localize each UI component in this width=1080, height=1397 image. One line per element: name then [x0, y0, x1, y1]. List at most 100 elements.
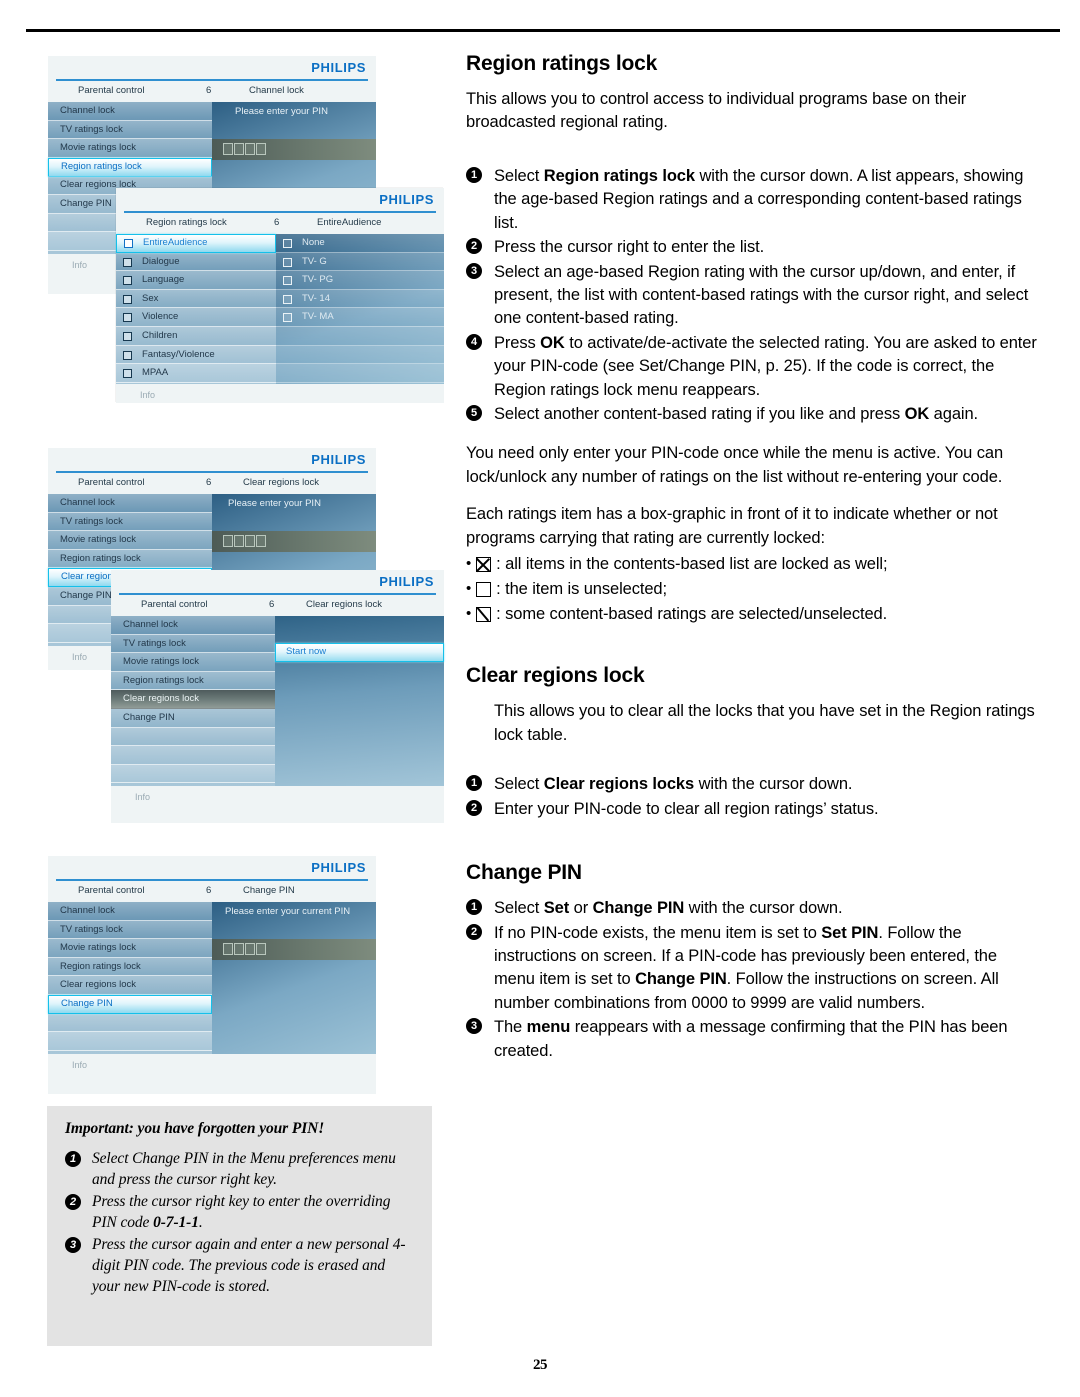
section3-steps: 1 Select Set or Change PIN with the curs… — [466, 897, 1042, 1063]
breadcrumb: Region ratings lock 6 EntireAudience — [116, 213, 444, 232]
content-rating-item[interactable]: Children — [116, 327, 276, 346]
section1-bullets: • : all items in the contents-based list… — [466, 552, 1042, 626]
content-rating-label: Language — [142, 274, 185, 286]
content-rating-label: Fantasy/Violence — [142, 348, 215, 360]
menu-item[interactable]: Channel lock — [111, 616, 275, 635]
menu-item[interactable]: Region ratings lock — [111, 671, 275, 691]
breadcrumb: Parental control 6 Clear regions lock — [48, 473, 376, 492]
menu-item[interactable]: Channel lock — [48, 902, 212, 921]
menu-item-selected[interactable]: Clear regions lock — [111, 690, 275, 709]
menu-item[interactable]: Movie ratings lock — [48, 531, 212, 550]
breadcrumb-left: Region ratings lock — [146, 217, 227, 228]
checkbox-icon[interactable] — [123, 276, 132, 286]
detail-column: Start now — [275, 616, 444, 786]
step-number-4: 4 — [466, 333, 482, 350]
step-text: The menu reappears with a message confir… — [494, 1018, 1008, 1060]
step-item: 1 Select Clear regions locks with the cu… — [466, 773, 1042, 796]
breadcrumb-right: EntireAudience — [317, 217, 382, 228]
checkbox-icon[interactable] — [283, 276, 292, 286]
checkbox-icon[interactable] — [123, 257, 132, 267]
menu-item-selected[interactable]: Region ratings lock — [48, 157, 212, 177]
content-rating-item[interactable]: Fantasy/Violence — [116, 345, 276, 365]
step-item: 2 Press the cursor right to enter the li… — [466, 236, 1042, 259]
checkbox-icon[interactable] — [123, 369, 132, 379]
philips-logo: PHILIPS — [311, 452, 366, 467]
menu-item[interactable]: Channel lock — [48, 102, 212, 121]
important-step: 3 Press the cursor again and enter a new… — [65, 1234, 414, 1297]
menu-item[interactable]: Clear regions lock — [48, 976, 212, 995]
bullet-text: : all items in the contents-based list a… — [496, 555, 888, 574]
age-rating-item[interactable]: TV- 14 — [276, 289, 444, 309]
age-rating-item[interactable]: TV- MA — [276, 308, 444, 327]
checkbox-icon[interactable] — [123, 350, 132, 360]
pin-input[interactable] — [212, 531, 376, 552]
menu-item[interactable]: TV ratings lock — [48, 920, 212, 940]
checkbox-partial-icon — [476, 606, 492, 622]
menu-item-selected[interactable]: Change PIN — [48, 995, 212, 1014]
content-rating-item[interactable]: Violence — [116, 308, 276, 327]
important-heading: Important: you have forgotten your PIN! — [65, 1120, 325, 1137]
section1-note-1: You need only enter your PIN-code once w… — [466, 444, 1004, 486]
osd-screen-region-ratings-list: PHILIPS Region ratings lock 6 EntireAudi… — [116, 188, 444, 403]
info-label: Info — [72, 652, 88, 662]
section1-steps: 1 Select Region ratings lock with the cu… — [466, 165, 1042, 427]
checkbox-icon[interactable] — [123, 332, 132, 341]
breadcrumb: Parental control 6 Change PIN — [48, 881, 376, 900]
bullet-item: • : some content-based ratings are selec… — [466, 602, 1042, 627]
pin-digit-boxes — [223, 143, 266, 155]
menu-item[interactable]: Channel lock — [48, 494, 212, 513]
breadcrumb-mid: 6 — [206, 477, 212, 488]
age-rating-item[interactable]: TV- G — [276, 252, 444, 272]
step-text: Select Clear regions locks with the curs… — [494, 775, 853, 794]
menu-item-empty — [111, 764, 275, 784]
pin-input[interactable] — [212, 139, 376, 160]
osd-screen-clear-regions-startnow: PHILIPS Parental control 6 Clear regions… — [111, 570, 444, 823]
menu-item[interactable]: Movie ratings lock — [48, 939, 212, 958]
age-rating-label: TV- PG — [302, 274, 334, 286]
step-item: 3 Select an age-based Region rating with… — [466, 261, 1042, 331]
menu-item-empty — [48, 1013, 212, 1033]
age-rating-item[interactable]: TV- PG — [276, 271, 444, 290]
step-text: Press the cursor again and enter a new p… — [92, 1236, 406, 1296]
content-rating-item-selected[interactable]: EntireAudience — [116, 234, 276, 253]
checkbox-icon[interactable] — [283, 239, 292, 248]
breadcrumb-right: Change PIN — [243, 885, 295, 896]
content-rating-label: Dialogue — [142, 255, 180, 267]
menu-item[interactable]: TV ratings lock — [48, 120, 212, 140]
menu-item-empty — [111, 727, 275, 747]
breadcrumb-right: Channel lock — [249, 85, 304, 96]
bullet-dot: • — [466, 555, 472, 573]
content-rating-item[interactable]: Sex — [116, 289, 276, 309]
menu-item-empty — [48, 1032, 212, 1051]
content-rating-item[interactable]: MPAA — [116, 364, 276, 383]
pin-input[interactable] — [212, 939, 376, 960]
checkbox-icon[interactable] — [124, 239, 133, 248]
menu-item[interactable]: Region ratings lock — [48, 957, 212, 977]
menu-column: Channel lock TV ratings lock Movie ratin… — [111, 616, 275, 786]
checkbox-icon[interactable] — [123, 313, 132, 323]
checkbox-icon[interactable] — [283, 294, 292, 304]
content-rating-item[interactable]: Language — [116, 271, 276, 290]
start-now-button[interactable]: Start now — [275, 643, 444, 662]
age-rating-item[interactable]: None — [276, 234, 444, 253]
breadcrumb-right: Clear regions lock — [306, 599, 383, 610]
menu-item[interactable]: TV ratings lock — [48, 512, 212, 532]
checkbox-icon[interactable] — [123, 294, 132, 304]
menu-item[interactable]: Movie ratings lock — [48, 139, 212, 158]
age-rating-label: None — [302, 237, 325, 248]
menu-item[interactable]: Change PIN — [111, 709, 275, 728]
content-rating-item[interactable]: Dialogue — [116, 252, 276, 272]
pin-prompt: Please enter your current PIN — [225, 906, 351, 917]
menu-item[interactable]: TV ratings lock — [111, 634, 275, 654]
menu-item[interactable]: Region ratings lock — [48, 549, 212, 569]
breadcrumb: Parental control 6 Channel lock — [48, 81, 376, 100]
step-number-2: 2 — [466, 799, 482, 816]
step-item: 3 The menu reappears with a message conf… — [466, 1016, 1042, 1063]
menu-item[interactable]: Movie ratings lock — [111, 653, 275, 672]
breadcrumb-mid: 6 — [269, 599, 275, 610]
breadcrumb-mid: 6 — [274, 217, 280, 228]
checkbox-icon[interactable] — [283, 257, 292, 267]
osd-group-clear-regions: PHILIPS Parental control 6 Clear regions… — [48, 448, 444, 823]
menu-item-empty — [111, 746, 275, 765]
checkbox-icon[interactable] — [283, 313, 292, 323]
